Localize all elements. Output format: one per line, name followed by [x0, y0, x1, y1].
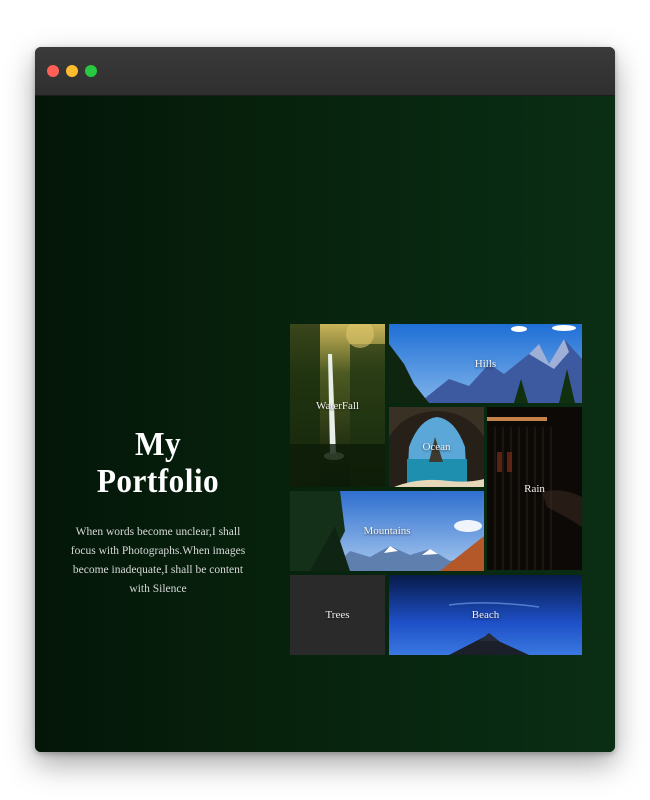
gallery-tile-hills[interactable]: Hills	[389, 324, 582, 403]
gallery-tile-trees[interactable]: Trees	[290, 575, 385, 655]
window-titlebar	[35, 47, 615, 96]
browser-window: My Portfolio When words become unclear,I…	[35, 47, 615, 752]
tile-label-beach: Beach	[471, 609, 500, 621]
photo-gallery: WaterFall Hills Ocean Rain Mountains Tre…	[290, 324, 582, 656]
tile-label-mountains: Mountains	[363, 525, 411, 537]
gallery-tile-mountains[interactable]: Mountains	[290, 491, 484, 571]
minimize-button[interactable]	[66, 65, 78, 77]
hero-section: My Portfolio When words become unclear,I…	[63, 426, 253, 599]
tile-label-ocean: Ocean	[422, 441, 451, 453]
gallery-tile-ocean[interactable]: Ocean	[389, 407, 484, 487]
gallery-tile-rain[interactable]: Rain	[487, 407, 582, 570]
page-title: My Portfolio	[96, 426, 220, 501]
tile-label-hills: Hills	[474, 357, 497, 370]
maximize-button[interactable]	[85, 65, 97, 77]
gallery-tile-beach[interactable]: Beach	[389, 575, 582, 655]
tile-label-rain: Rain	[524, 482, 545, 495]
close-button[interactable]	[47, 65, 59, 77]
tile-label-waterfall: WaterFall	[315, 399, 360, 412]
tile-label-trees: Trees	[325, 609, 350, 621]
page-content: My Portfolio When words become unclear,I…	[35, 96, 615, 752]
gallery-tile-waterfall[interactable]: WaterFall	[290, 324, 385, 487]
page-subtitle: When words become unclear,I shall focus …	[70, 525, 246, 595]
